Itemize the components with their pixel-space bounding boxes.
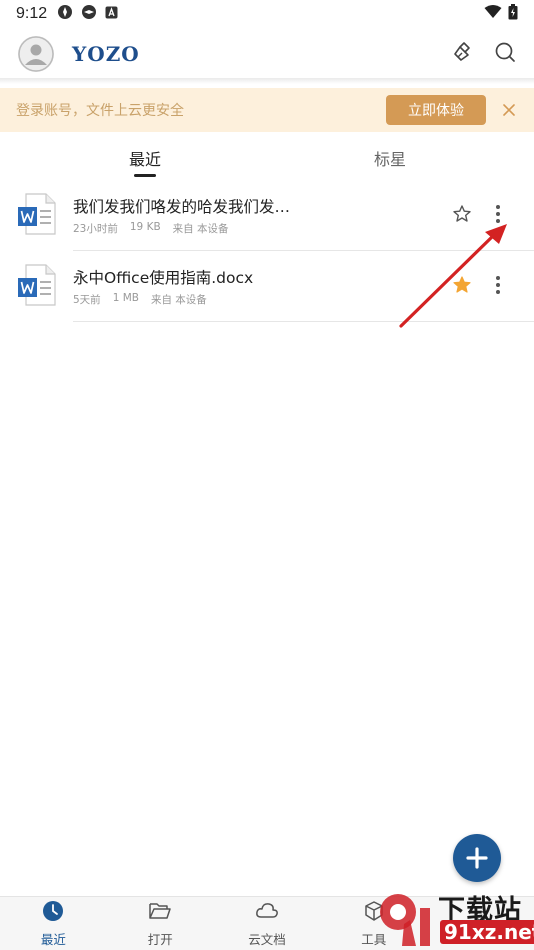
file-size: 19 KB (129, 221, 161, 233)
file-source: 来自 本设备 (172, 223, 229, 235)
nav-label: 打开 (147, 931, 173, 947)
notification-icon (81, 4, 97, 24)
nav-label: 最近 (40, 931, 66, 947)
nav-item-recent[interactable]: 最近 (0, 897, 107, 950)
app-notification-icon (105, 5, 118, 23)
watermark-url: 91xz.net (440, 920, 534, 944)
banner-text: 登录账号，文件上云更安全 (16, 103, 184, 119)
file-meta: 23小时前 19 KB 来自 本设备 (73, 221, 229, 236)
file-source: 来自 本设备 (150, 294, 207, 306)
plus-icon (466, 847, 488, 869)
tab-recent[interactable]: 最近 (129, 146, 161, 170)
app-bar: YOZO (0, 28, 534, 80)
notification-icon (57, 4, 73, 24)
nav-item-open[interactable]: 打开 (107, 897, 214, 950)
nav-item-cloud[interactable]: 云文档 (214, 897, 321, 950)
search-icon[interactable] (494, 41, 516, 67)
cloud-icon (255, 900, 279, 926)
file-time: 23小时前 (73, 223, 118, 235)
watermark-logo-icon (380, 894, 430, 946)
avatar[interactable] (18, 36, 54, 72)
try-now-button[interactable]: 立即体验 (386, 95, 486, 125)
user-avatar-icon (18, 36, 54, 72)
file-time: 5天前 (73, 294, 101, 306)
folder-open-icon (148, 900, 172, 926)
file-size: 1 MB (112, 292, 139, 304)
tab-bar: 最近 标星 (0, 140, 534, 178)
watermark: 下载站 91xz.net (374, 886, 534, 950)
file-name: 我们发我们咯发的哈发我们发… (73, 198, 291, 216)
add-file-button[interactable] (453, 834, 501, 882)
status-bar: 9:12 (0, 0, 534, 28)
clock-icon (42, 900, 64, 926)
nav-label: 云文档 (248, 931, 286, 947)
app-logo: YOZO (72, 42, 140, 66)
file-name: 永中Office使用指南.docx (73, 269, 254, 287)
tab-starred[interactable]: 标星 (374, 146, 406, 170)
annotation-arrow-icon (399, 224, 507, 328)
word-doc-icon (18, 264, 56, 310)
clean-brush-icon[interactable] (452, 41, 474, 67)
tab-indicator (134, 174, 156, 177)
status-time: 9:12 (16, 5, 48, 22)
close-icon[interactable] (500, 101, 518, 119)
word-doc-icon (18, 193, 56, 239)
file-meta: 5天前 1 MB 来自 本设备 (73, 292, 207, 307)
app-bar-shadow (0, 78, 534, 84)
login-banner: 登录账号，文件上云更安全 立即体验 (0, 88, 534, 132)
wifi-icon (484, 5, 502, 23)
battery-icon (508, 4, 518, 24)
